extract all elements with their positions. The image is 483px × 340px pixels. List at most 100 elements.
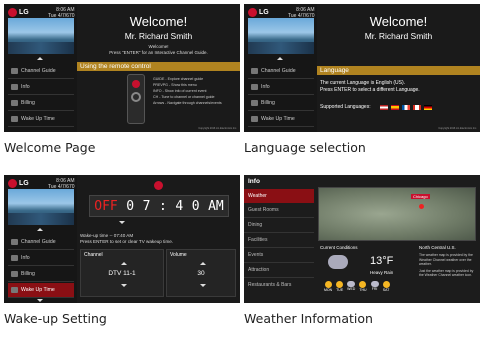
forecast-day-label: FRI [371, 287, 378, 291]
menu-item-channel-guide[interactable]: Channel Guide [8, 64, 74, 79]
menu-item-info[interactable]: Info [8, 251, 74, 266]
channel-label: Channel [84, 252, 103, 258]
scroll-up-icon[interactable] [37, 57, 43, 60]
hotel-thumbnail [8, 18, 74, 54]
forecast-day-label: MON [324, 288, 333, 292]
off-toggle[interactable]: OFF [94, 199, 117, 214]
scroll-down-icon[interactable] [37, 299, 43, 302]
welcome-panel: LG 8:06 AM Tue 4/7/670 Channel Guide Info… [4, 4, 240, 132]
menu-item-wake-up[interactable]: Wake Up Time [8, 283, 74, 298]
brand-label: LG [259, 9, 269, 16]
hour-ones[interactable]: 7 [143, 199, 151, 214]
language-panel: LG 8:06 AM Tue 4/7/670 Channel Guide Info… [244, 4, 480, 132]
alarm-icon [251, 116, 258, 122]
minute-tens[interactable]: 4 [175, 199, 183, 214]
flag-us-icon[interactable] [379, 104, 388, 110]
flag-de-icon[interactable] [423, 104, 432, 110]
billing-icon [11, 271, 18, 277]
temperature: 13°F [370, 255, 394, 267]
menu-item-billing[interactable]: Billing [8, 96, 74, 111]
language-instruction: Press ENTER to select a different Langua… [320, 87, 420, 93]
menu-item-billing[interactable]: Billing [8, 267, 74, 282]
sidebar: LG 8:06 AM Tue 4/7/670 Channel Guide Info… [4, 175, 77, 303]
volume-down-icon[interactable] [200, 284, 206, 287]
map-pin-icon [419, 204, 424, 209]
menu-item-info[interactable]: Info [8, 80, 74, 95]
brand-label: LG [19, 180, 29, 187]
flag-ca-icon[interactable] [412, 104, 421, 110]
menu-label: Billing [21, 100, 35, 106]
menu-label: Channel Guide [261, 68, 296, 74]
menu-item-wake-up[interactable]: Wake Up Time [8, 112, 74, 127]
guest-name: Mr. Richard Smith [124, 31, 193, 41]
menu-item-facilities[interactable]: Facilities [244, 233, 314, 248]
menu-item-restaurants[interactable]: Restaurants & Bars [244, 278, 314, 293]
channel-down-icon[interactable] [121, 284, 127, 287]
menu-label: Billing [21, 271, 35, 277]
ampm-toggle[interactable]: AM [208, 199, 224, 214]
minute-ones[interactable]: 0 [192, 199, 200, 214]
caption-wakeup: Wake-up Setting [4, 311, 107, 326]
info-icon [251, 84, 258, 90]
sidebar: LG 8:06 AM Tue 4/7/670 Channel Guide Info… [244, 4, 317, 132]
remote-dpad [131, 92, 141, 102]
channel-box[interactable]: Channel DTV 11-1 [80, 249, 164, 297]
menu-item-dining[interactable]: Dining [244, 218, 314, 233]
time-down-icon[interactable] [119, 221, 125, 224]
wakeup-instruction: Press ENTER to set or clear TV wakeup ti… [80, 239, 174, 244]
menu-item-weather[interactable]: Weather [244, 189, 314, 203]
weather-note: Just the weather map is provided by the … [419, 268, 474, 278]
menu-item-wake-up[interactable]: Wake Up Time [248, 112, 314, 127]
welcome-main: Welcome! Mr. Richard Smith Welcome! Press… [77, 4, 240, 132]
forecast-day: THU [359, 281, 367, 292]
volume-box[interactable]: Volume 30 [166, 249, 236, 297]
menu-item-attraction[interactable]: Attraction [244, 263, 314, 278]
menu-item-events[interactable]: Events [244, 248, 314, 263]
welcome-title: Welcome! [369, 14, 428, 29]
guest-name: Mr. Richard Smith [364, 31, 433, 41]
menu-item-channel-guide[interactable]: Channel Guide [8, 235, 74, 250]
menu-item-channel-guide[interactable]: Channel Guide [248, 64, 314, 79]
supported-label: Supported Languages: [320, 104, 371, 110]
current-language: The current Language is English (US). [320, 80, 406, 86]
lg-logo: LG [248, 8, 269, 17]
menu-item-guest-rooms[interactable]: Guest Rooms [244, 203, 314, 218]
flag-fr-icon[interactable] [401, 104, 410, 110]
forecast-day: MON [324, 281, 332, 292]
wakeup-panel: LG 8:06 AM Tue 4/7/670 Channel Guide Info… [4, 175, 240, 303]
lg-logo-icon [8, 179, 17, 188]
volume-label: Volume [170, 252, 187, 258]
language-info: The current Language is English (US). Pr… [320, 80, 420, 94]
wakeup-main: OFF 0 7 : 4 0 AM Wake-up time -- 07:40 A… [77, 175, 240, 303]
wakeup-time-display[interactable]: OFF 0 7 : 4 0 AM [89, 195, 229, 217]
scroll-up-icon[interactable] [277, 57, 283, 60]
forecast-day-label: THU [359, 288, 367, 292]
flag-es-icon[interactable] [390, 104, 399, 110]
menu-item-info[interactable]: Info [248, 80, 314, 95]
hotel-thumbnail [8, 189, 74, 225]
weather-map: Chicago [318, 187, 476, 241]
hour-tens[interactable]: 0 [126, 199, 134, 214]
remote-line: Arrows - Navigate through channels/event… [153, 101, 222, 105]
volume-up-icon[interactable] [200, 262, 206, 265]
region-label: North Central U.S. [419, 245, 456, 250]
channel-up-icon[interactable] [121, 262, 127, 265]
remote-button [132, 80, 140, 88]
tv-icon [11, 68, 18, 74]
remote-section-header: Using the remote control [77, 62, 240, 71]
sun-icon [359, 281, 367, 288]
sidebar: LG 8:06 AM Tue 4/7/670 Channel Guide Info… [4, 4, 77, 132]
menu-item-billing[interactable]: Billing [248, 96, 314, 111]
weather-menu: Weather Guest Rooms Dining Facilities Ev… [244, 189, 314, 293]
menu-label: Info [21, 84, 30, 90]
menu-label: Wake Up Time [21, 116, 55, 122]
alarm-icon [11, 116, 18, 122]
welcome-title: Welcome! [129, 14, 188, 29]
cloud-rain-icon [328, 255, 348, 269]
menu-label: Info [261, 84, 270, 90]
alarm-bell-icon [154, 181, 163, 190]
copyright: Copyright 2016 LG Electronics Inc. [198, 127, 237, 130]
time-colon: : [159, 198, 167, 214]
scroll-up-icon[interactable] [37, 228, 43, 231]
info-header: Info [248, 178, 260, 185]
